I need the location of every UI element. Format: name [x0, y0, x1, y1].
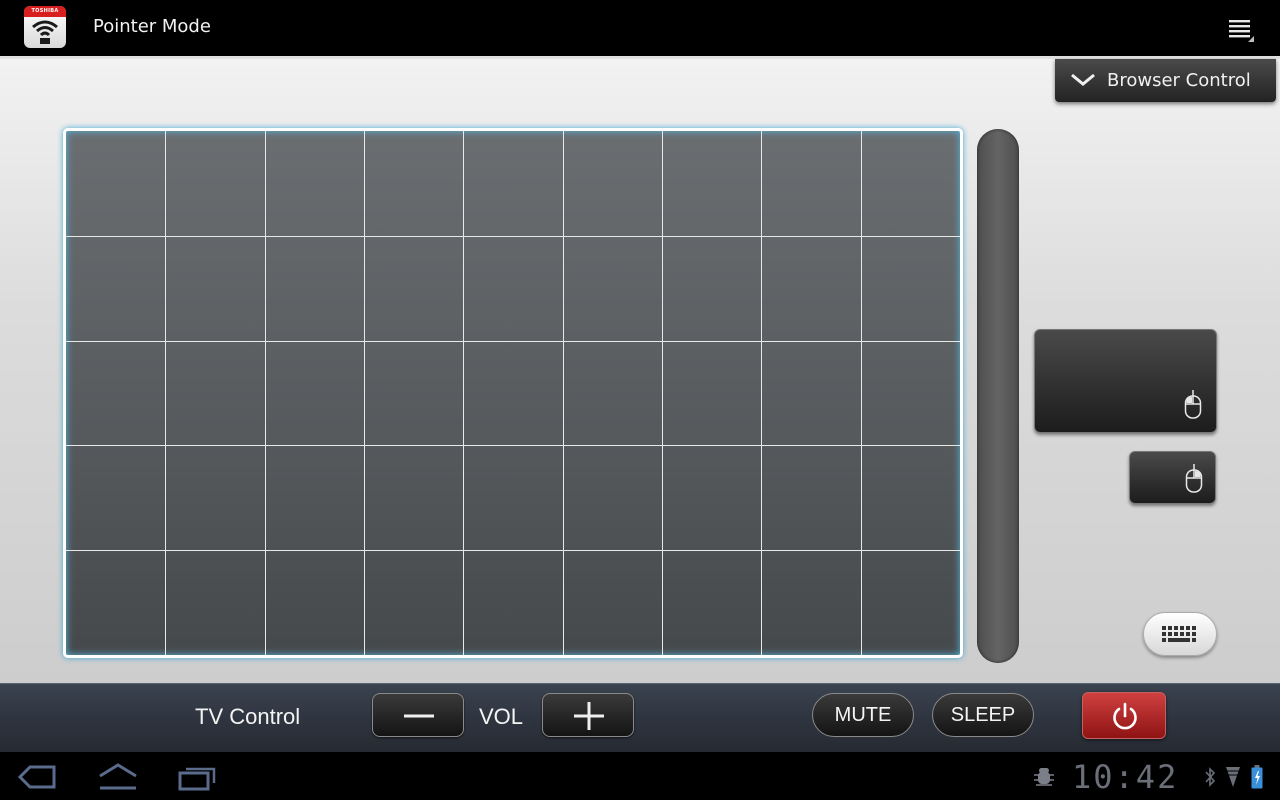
home-icon[interactable] [96, 762, 140, 792]
mouse-icon [1184, 390, 1202, 419]
plus-icon [574, 702, 604, 730]
grid-line-horizontal [66, 445, 960, 447]
grid-line-vertical [860, 131, 862, 655]
grid-line-horizontal [66, 235, 960, 237]
right-click-button[interactable] [1129, 451, 1216, 504]
power-icon [1113, 702, 1137, 730]
overflow-menu-icon[interactable] [1228, 18, 1254, 42]
power-button[interactable] [1082, 692, 1166, 739]
app-title: Pointer Mode [93, 16, 211, 37]
browser-control-button[interactable]: Browser Control [1055, 59, 1276, 102]
back-icon[interactable] [18, 765, 56, 789]
bluetooth-icon [1205, 767, 1216, 787]
grid-line-horizontal [66, 340, 960, 342]
browser-control-label: Browser Control [1107, 70, 1251, 91]
grid-line-vertical [363, 131, 365, 655]
minus-icon [404, 714, 434, 718]
brand-logo: TOSHIBA [24, 6, 66, 17]
grid-line-vertical [661, 131, 663, 655]
grid-line-vertical [562, 131, 564, 655]
volume-label: VOL [479, 704, 524, 729]
grid-line-vertical [463, 131, 465, 655]
scroll-strip[interactable] [977, 129, 1019, 663]
tv-control-label: TV Control [195, 704, 301, 729]
left-click-button[interactable] [1034, 329, 1217, 433]
touchpad[interactable] [63, 128, 963, 658]
keyboard-button[interactable] [1143, 612, 1217, 656]
tv-control-bar: TV Control VOL MUTE SLEEP [0, 683, 1280, 752]
wifi-icon [32, 20, 58, 44]
volume-down-button[interactable] [372, 693, 464, 737]
grid-line-horizontal [66, 550, 960, 552]
clock: 10:42 [1072, 758, 1179, 796]
pointer-panel: Browser Control [0, 56, 1280, 683]
sleep-button[interactable]: SLEEP [932, 693, 1034, 737]
grid-line-vertical [761, 131, 763, 655]
mouse-icon [1185, 464, 1203, 493]
action-bar: TOSHIBA Pointer Mode [0, 0, 1280, 56]
system-bar: 10:42 [0, 752, 1280, 800]
recent-apps-icon[interactable] [178, 765, 218, 791]
grid-line-vertical [165, 131, 167, 655]
grid-line-vertical [264, 131, 266, 655]
chevron-down-icon [1071, 73, 1095, 86]
battery-icon [1251, 765, 1263, 789]
signal-icon [1226, 767, 1240, 787]
keyboard-icon [1162, 626, 1196, 642]
debug-icon [1034, 768, 1054, 786]
mute-button[interactable]: MUTE [812, 693, 914, 737]
volume-up-button[interactable] [542, 693, 634, 737]
app-icon[interactable]: TOSHIBA [24, 6, 66, 48]
